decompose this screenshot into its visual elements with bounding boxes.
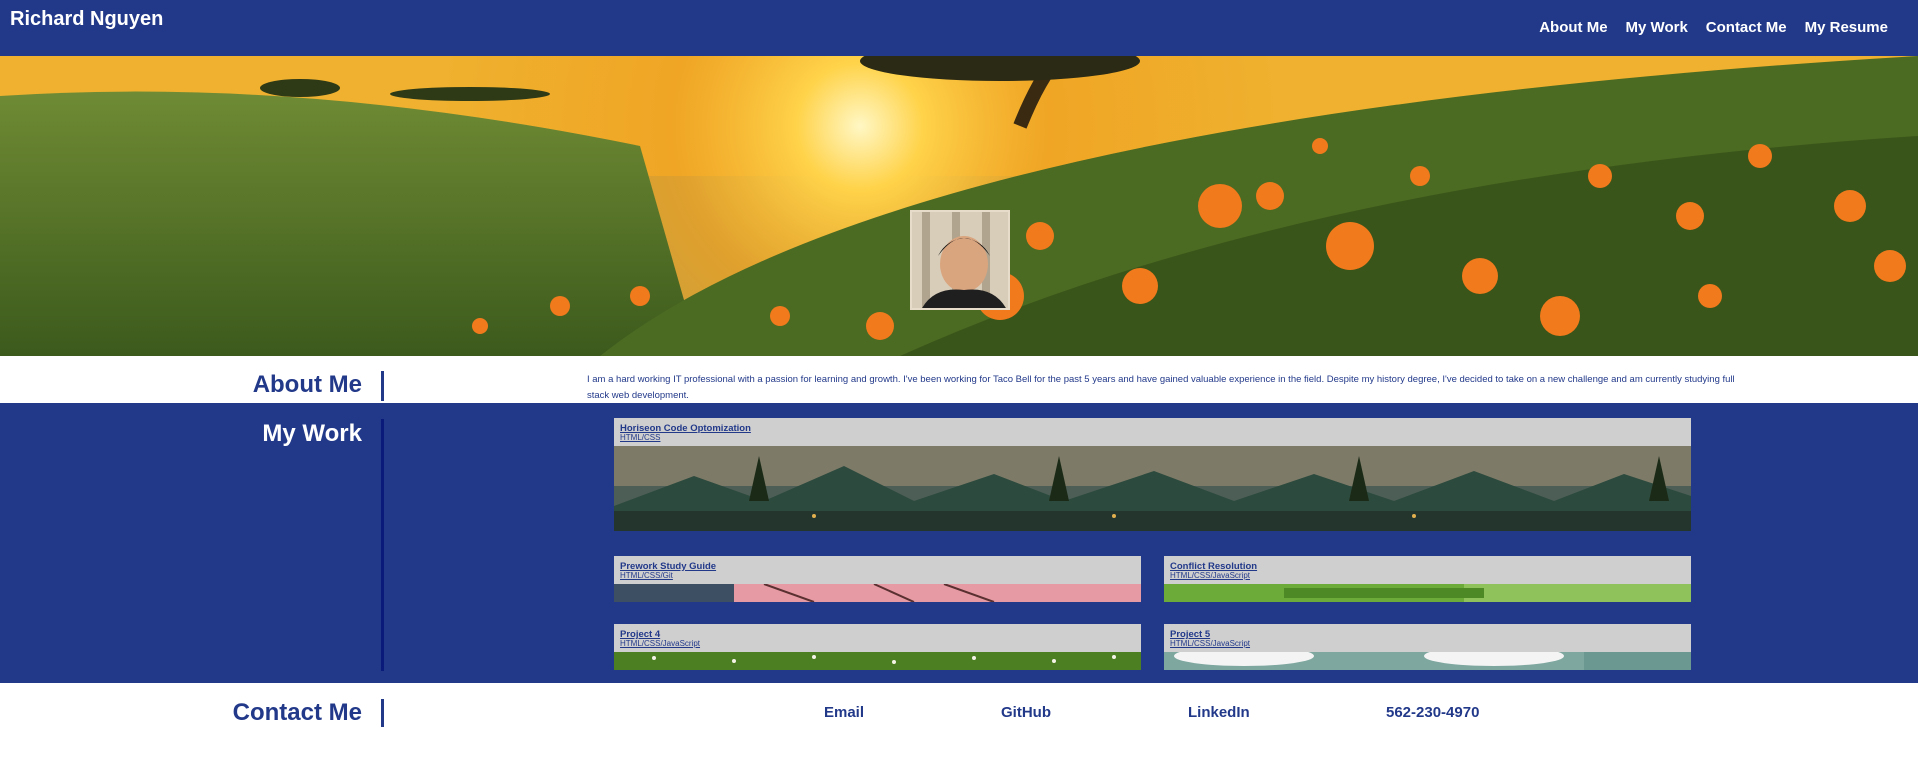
github-link[interactable]: GitHub [1001,704,1051,721]
linkedin-link[interactable]: LinkedIn [1188,704,1250,721]
nav-about[interactable]: About Me [1539,19,1607,36]
about-divider [381,371,384,401]
project-card[interactable]: Conflict Resolution HTML/CSS/JavaScript [1164,556,1691,602]
work-title: My Work [262,420,362,447]
nav-contact[interactable]: Contact Me [1706,19,1787,36]
work-divider [381,419,384,671]
main-nav: About Me My Work Contact Me My Resume [1539,19,1888,36]
about-text: I am a hard working IT professional with… [587,374,1735,401]
nav-resume[interactable]: My Resume [1805,19,1888,36]
project-thumbnail [1164,652,1691,670]
nav-work[interactable]: My Work [1626,19,1688,36]
project-stack[interactable]: HTML/CSS/JavaScript [1170,639,1250,648]
project-thumbnail [614,652,1141,670]
work-section: My Work Horiseon Code Optomization HTML/… [0,403,1918,683]
contact-title: Contact Me [232,699,362,726]
project-stack[interactable]: HTML/CSS [620,433,660,442]
about-section: About Me I am a hard working IT professi… [0,356,1918,403]
project-card[interactable]: Project 4 HTML/CSS/JavaScript [614,624,1141,670]
hero-landscape-image [0,56,1918,356]
project-stack[interactable]: HTML/CSS/Git [620,571,673,580]
site-brand[interactable]: Richard Nguyen [10,8,163,31]
project-card[interactable]: Horiseon Code Optomization HTML/CSS [614,418,1691,531]
project-stack[interactable]: HTML/CSS/JavaScript [620,639,700,648]
about-title: About Me [252,371,362,398]
project-card[interactable]: Project 5 HTML/CSS/JavaScript [1164,624,1691,670]
email-link[interactable]: Email [824,704,864,721]
project-stack[interactable]: HTML/CSS/JavaScript [1170,571,1250,580]
project-card[interactable]: Prework Study Guide HTML/CSS/Git [614,556,1141,602]
hero-banner [0,56,1918,356]
project-thumbnail [1164,584,1691,602]
phone-link[interactable]: 562-230-4970 [1386,704,1479,721]
site-header: Richard Nguyen About Me My Work Contact … [0,0,1918,56]
project-thumbnail [614,584,1141,602]
project-thumbnail [614,446,1691,531]
contact-section: Contact Me Email GitHub LinkedIn 562-230… [0,683,1918,768]
profile-photo [910,210,1010,310]
contact-divider [381,699,384,727]
